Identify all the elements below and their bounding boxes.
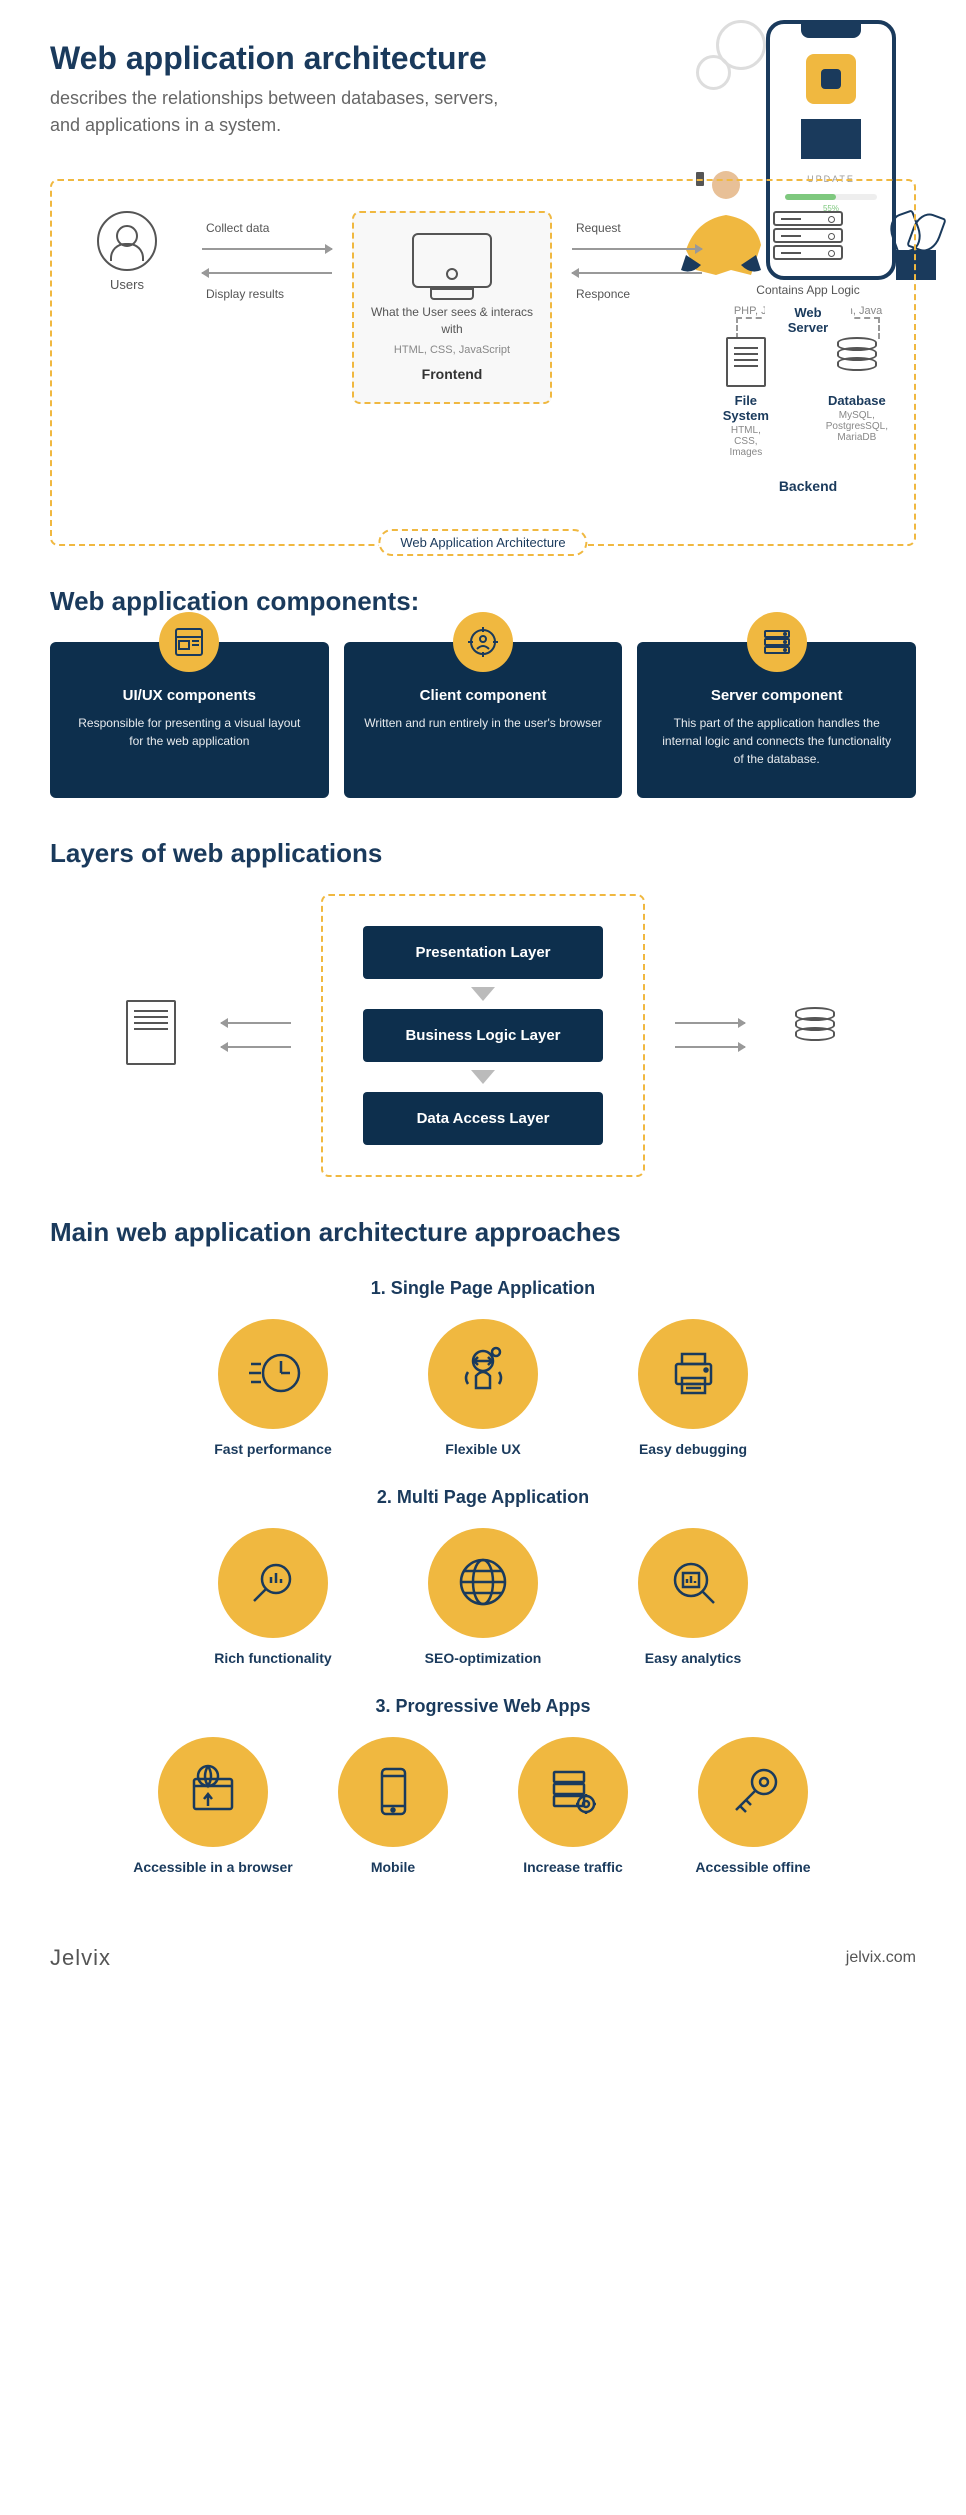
frontend-title: Frontend xyxy=(369,366,535,382)
key-icon xyxy=(698,1737,808,1847)
architecture-diagram: Users Collect data Display results What … xyxy=(50,179,916,546)
approach-label: Increase traffic xyxy=(493,1859,653,1875)
architecture-badge: Web Application Architecture xyxy=(378,529,587,556)
approach-label: Rich functionality xyxy=(193,1650,353,1666)
magnify-chart-icon xyxy=(218,1528,328,1638)
analytics-search-icon xyxy=(638,1528,748,1638)
server-gear-icon xyxy=(518,1737,628,1847)
footer: Jelvix jelvix.com xyxy=(50,1925,916,1971)
database-node: Database MySQL, PostgresSQL, MariaDB xyxy=(820,337,894,458)
file-icon xyxy=(726,337,766,387)
component-card-server: Server component This part of the applic… xyxy=(637,642,916,798)
arrows-right xyxy=(675,1009,745,1061)
user-icon xyxy=(97,211,157,271)
arrows-user-frontend: Collect data Display results xyxy=(202,211,332,301)
component-title: Client component xyxy=(364,687,603,704)
mpa-title: 2. Multi Page Application xyxy=(50,1487,916,1508)
layers-diagram: Presentation Layer Business Logic Layer … xyxy=(50,894,916,1177)
component-title: Server component xyxy=(657,687,896,704)
arrows-left xyxy=(221,1009,291,1061)
page-subtitle: describes the relationships between data… xyxy=(50,85,500,139)
backend-title: Backend xyxy=(722,478,894,494)
web-server-label: Web Server xyxy=(765,305,851,335)
layout-icon xyxy=(159,612,219,672)
presentation-layer: Presentation Layer xyxy=(363,926,603,979)
down-arrow-icon xyxy=(471,987,495,1001)
gear-icon xyxy=(696,55,731,90)
file-icon xyxy=(111,990,191,1080)
component-desc: Responsible for presenting a visual layo… xyxy=(70,714,309,750)
spa-row: Fast performance Flexible UX Easy debugg… xyxy=(50,1319,916,1457)
printer-icon xyxy=(638,1319,748,1429)
component-title: UI/UX components xyxy=(70,687,309,704)
down-arrow-icon xyxy=(471,1070,495,1084)
approach-label: Accessible offine xyxy=(673,1859,833,1875)
approach-item: Mobile xyxy=(313,1737,473,1875)
monitor-icon xyxy=(412,233,492,288)
users-node: Users xyxy=(72,211,182,292)
approach-item: Easy analytics xyxy=(613,1528,773,1666)
browser-globe-icon xyxy=(158,1737,268,1847)
arrows-frontend-backend: Request Responce xyxy=(572,211,702,301)
file-system-node: File System HTML, CSS, Images xyxy=(722,337,770,458)
approach-label: Flexible UX xyxy=(403,1441,563,1457)
data-layer: Data Access Layer xyxy=(363,1092,603,1145)
footer-url: jelvix.com xyxy=(846,1949,916,1967)
database-icon xyxy=(837,337,877,387)
frontend-desc: What the User sees & interacs with xyxy=(369,304,535,338)
pwa-row: Accessible in a browser Mobile Increase … xyxy=(50,1737,916,1875)
approach-item: SEO-optimization xyxy=(403,1528,563,1666)
approaches-heading: Main web application architecture approa… xyxy=(50,1217,916,1248)
spa-title: 1. Single Page Application xyxy=(50,1278,916,1299)
approach-item: Increase traffic xyxy=(493,1737,653,1875)
header: Web application architecture describes t… xyxy=(50,40,916,159)
pwa-title: 3. Progressive Web Apps xyxy=(50,1696,916,1717)
components-row: UI/UX components Responsible for present… xyxy=(50,642,916,798)
component-card-uiux: UI/UX components Responsible for present… xyxy=(50,642,329,798)
frontend-tech: HTML, CSS, JavaScript xyxy=(369,344,535,356)
server-icon xyxy=(773,211,843,266)
frontend-box: What the User sees & interacs with HTML,… xyxy=(352,211,552,404)
footer-logo: Jelvix xyxy=(50,1945,111,1971)
approach-item: Accessible offine xyxy=(673,1737,833,1875)
approach-label: Easy debugging xyxy=(613,1441,773,1457)
globe-icon xyxy=(428,1528,538,1638)
mpa-row: Rich functionality SEO-optimization Easy… xyxy=(50,1528,916,1666)
approach-label: Fast performance xyxy=(193,1441,353,1457)
approach-item: Fast performance xyxy=(193,1319,353,1457)
component-desc: Written and run entirely in the user's b… xyxy=(364,714,603,732)
approach-label: Accessible in a browser xyxy=(133,1859,293,1875)
component-desc: This part of the application handles the… xyxy=(657,714,896,768)
approach-label: Mobile xyxy=(313,1859,473,1875)
backend-desc: Contains App Logic xyxy=(722,282,894,299)
layers-box: Presentation Layer Business Logic Layer … xyxy=(321,894,645,1177)
flexible-user-icon xyxy=(428,1319,538,1429)
layers-heading: Layers of web applications xyxy=(50,838,916,869)
approach-item: Flexible UX xyxy=(403,1319,563,1457)
target-user-icon xyxy=(453,612,513,672)
speed-clock-icon xyxy=(218,1319,328,1429)
approach-item: Accessible in a browser xyxy=(133,1737,293,1875)
server-stack-icon xyxy=(747,612,807,672)
component-card-client: Client component Written and run entirel… xyxy=(344,642,623,798)
approach-item: Easy debugging xyxy=(613,1319,773,1457)
users-label: Users xyxy=(72,277,182,292)
approach-label: SEO-optimization xyxy=(403,1650,563,1666)
backend-box: Contains App Logic PHP, JavaScript, Pyth… xyxy=(722,211,894,494)
approach-item: Rich functionality xyxy=(193,1528,353,1666)
mobile-icon xyxy=(338,1737,448,1847)
business-layer: Business Logic Layer xyxy=(363,1009,603,1062)
approach-label: Easy analytics xyxy=(613,1650,773,1666)
database-icon xyxy=(775,1007,855,1063)
